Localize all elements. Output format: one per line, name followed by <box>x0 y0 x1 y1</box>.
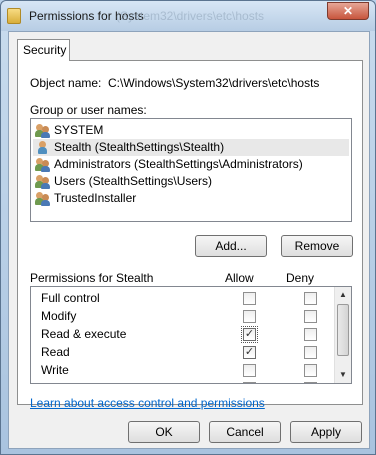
permission-name: Write <box>41 363 69 377</box>
group-user-list[interactable]: SYSTEM Stealth (StealthSettings\Stealth)… <box>30 118 352 222</box>
deny-checkbox[interactable] <box>304 346 317 359</box>
folder-icon <box>7 8 21 24</box>
ok-button[interactable]: OK <box>128 421 200 443</box>
background-window-title: (System32\drivers\etc\hosts <box>116 9 265 23</box>
allow-column-header: Allow <box>225 271 254 285</box>
user-icon <box>35 140 51 155</box>
list-item-label: Administrators (StealthSettings\Administ… <box>54 157 303 171</box>
permission-name: Modify <box>41 309 77 323</box>
allow-checkbox[interactable] <box>243 310 256 323</box>
deny-checkbox[interactable] <box>304 328 317 341</box>
list-item[interactable]: Administrators (StealthSettings\Administ… <box>33 156 349 173</box>
permission-row: Write <box>31 361 335 379</box>
permission-row: Modify <box>31 307 335 325</box>
object-name-value: C:\Windows\System32\drivers\etc\hosts <box>108 76 320 90</box>
user-group-icon <box>35 174 51 189</box>
allow-checkbox[interactable]: ✓ <box>243 346 256 359</box>
close-button[interactable]: ✕ <box>327 2 369 20</box>
list-item[interactable]: TrustedInstaller <box>33 190 349 207</box>
list-item[interactable]: Users (StealthSettings\Users) <box>33 173 349 190</box>
title-bar[interactable]: Permissions for hosts (System32\drivers\… <box>1 1 375 31</box>
add-button[interactable]: Add... <box>195 235 267 257</box>
allow-checkbox[interactable] <box>243 382 256 383</box>
group-names-label: Group or user names: <box>30 103 147 117</box>
deny-checkbox[interactable] <box>304 292 317 305</box>
list-item-label: Stealth (StealthSettings\Stealth) <box>54 140 225 154</box>
permissions-scrollbar[interactable]: ▲ ▼ <box>334 287 351 383</box>
tab-security[interactable]: Security <box>17 39 70 61</box>
permission-name: Read <box>41 345 70 359</box>
allow-checkbox[interactable]: ✓ <box>241 326 258 343</box>
remove-button[interactable]: Remove <box>281 235 353 257</box>
permissions-window: Permissions for hosts (System32\drivers\… <box>0 0 376 455</box>
allow-checkbox[interactable] <box>243 364 256 377</box>
user-group-icon <box>35 157 51 172</box>
scroll-up-arrow-icon[interactable]: ▲ <box>335 287 351 303</box>
dialog-client: Security Object name: C:\Windows\System3… <box>8 31 370 449</box>
list-item-label: TrustedInstaller <box>54 191 137 205</box>
permissions-list[interactable]: Full control Modify Read & execute ✓ Rea… <box>30 286 352 384</box>
permission-name: Full control <box>41 291 100 305</box>
list-item[interactable]: SYSTEM <box>33 122 349 139</box>
deny-checkbox[interactable] <box>304 310 317 323</box>
user-group-icon <box>35 191 51 206</box>
list-item-label: SYSTEM <box>54 123 104 137</box>
permission-row-partial <box>31 379 335 383</box>
permission-row: Full control <box>31 289 335 307</box>
permission-name: Read & execute <box>41 327 127 341</box>
permissions-label: Permissions for Stealth <box>30 271 154 285</box>
permission-row: Read & execute ✓ <box>31 325 335 343</box>
allow-checkbox[interactable] <box>243 292 256 305</box>
scroll-down-arrow-icon[interactable]: ▼ <box>335 367 351 383</box>
list-item-selected[interactable]: Stealth (StealthSettings\Stealth) <box>33 139 349 156</box>
deny-column-header: Deny <box>286 271 315 285</box>
access-control-help-link[interactable]: Learn about access control and permissio… <box>30 396 265 410</box>
scroll-thumb[interactable] <box>337 304 349 356</box>
user-group-icon <box>35 123 51 138</box>
apply-button[interactable]: Apply <box>290 421 362 443</box>
object-name-label: Object name: <box>30 76 102 90</box>
list-item-label: Users (StealthSettings\Users) <box>54 174 213 188</box>
security-tab-panel: Object name: C:\Windows\System32\drivers… <box>17 60 363 410</box>
deny-checkbox[interactable] <box>304 382 317 383</box>
cancel-button[interactable]: Cancel <box>209 421 281 443</box>
deny-checkbox[interactable] <box>304 364 317 377</box>
permission-row: Read ✓ <box>31 343 335 361</box>
